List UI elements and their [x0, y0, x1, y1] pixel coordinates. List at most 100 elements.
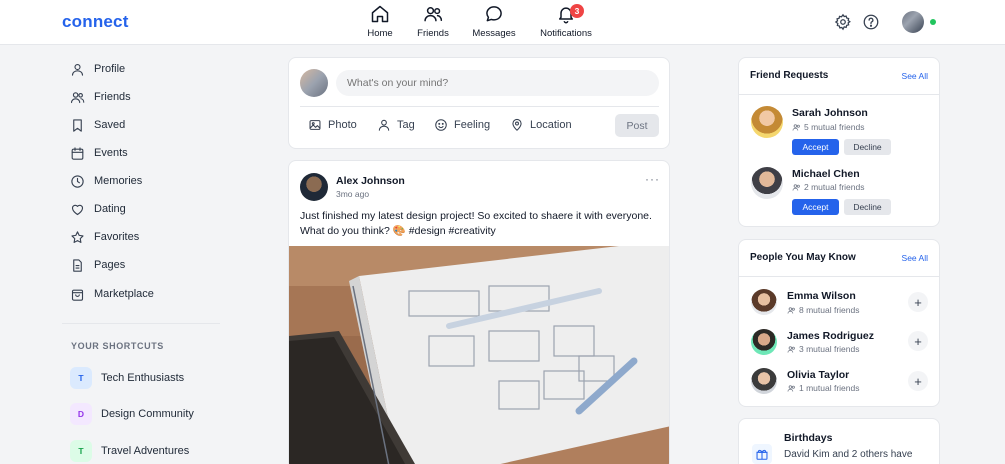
people-you-may-know-title: People You May Know — [750, 252, 856, 263]
friend-requests-title: Friend Requests — [750, 70, 829, 81]
friend-request-name[interactable]: Michael Chen — [792, 168, 860, 180]
post-author-avatar[interactable] — [300, 173, 328, 201]
help-icon[interactable] — [862, 13, 880, 31]
mutual-friends-icon — [787, 345, 795, 353]
composer-tag-button[interactable]: Tag — [377, 118, 415, 132]
nav-messages[interactable]: Messages — [454, 4, 534, 39]
calendar-icon — [71, 146, 84, 160]
friend-request-avatar[interactable] — [751, 167, 783, 199]
bookmark-icon — [73, 118, 82, 132]
composer-photo-button[interactable]: Photo — [308, 118, 357, 132]
sidebar-item-memories[interactable]: Memories — [70, 171, 142, 191]
image-icon — [309, 120, 321, 130]
decline-button[interactable]: Decline — [844, 139, 891, 155]
composer-input[interactable] — [336, 70, 659, 96]
messages-icon — [486, 6, 502, 22]
sidebar-item-profile[interactable]: Profile — [70, 59, 125, 79]
map-pin-icon — [512, 118, 522, 131]
post-button[interactable]: Post — [615, 114, 659, 137]
sidebar-item-dating[interactable]: Dating — [70, 199, 126, 219]
mutual-friends-icon — [792, 123, 800, 131]
shortcut-label: Design Community — [101, 408, 194, 420]
post-image[interactable] — [289, 246, 670, 464]
suggestion-avatar[interactable] — [751, 329, 777, 355]
birthdays-card: Birthdays David Kim and 2 others have — [738, 418, 940, 464]
composer-location-label: Location — [530, 119, 572, 131]
add-friend-button[interactable]: + — [908, 331, 928, 351]
accept-button[interactable]: Accept — [792, 199, 839, 215]
home-icon — [371, 5, 389, 23]
settings-gear-icon[interactable] — [834, 13, 852, 31]
friend-request-avatar[interactable] — [751, 106, 783, 138]
suggestion-mutual-label: 1 mutual friends — [799, 383, 860, 393]
composer-tag-label: Tag — [397, 119, 415, 131]
top-bar: connect Home Friends Messages Notificati… — [0, 0, 1005, 45]
friend-request-mutual-label: 5 mutual friends — [804, 122, 865, 132]
shortcuts-heading: YOUR SHORTCUTS — [71, 341, 164, 351]
composer-photo-label: Photo — [328, 119, 357, 131]
sidebar-item-pages[interactable]: Pages — [70, 255, 125, 275]
composer-avatar — [300, 69, 328, 97]
friend-requests-card: Friend Requests See All Sarah Johnson 5 … — [738, 57, 940, 227]
shopping-bag-icon — [71, 289, 84, 301]
birthdays-text: David Kim and 2 others have — [784, 449, 913, 460]
suggestion-mutual: 8 mutual friends — [787, 305, 859, 315]
gift-icon — [752, 444, 772, 464]
nav-notifications[interactable]: Notifications 3 — [526, 4, 606, 39]
post-text: Just finished my latest design project! … — [300, 210, 652, 237]
suggestion-mutual-label: 8 mutual friends — [799, 305, 860, 315]
tag-user-icon — [378, 119, 390, 131]
friend-request-name[interactable]: Sarah Johnson — [792, 107, 868, 119]
post-more-options-icon[interactable]: ··· — [645, 172, 660, 186]
sidebar-item-saved[interactable]: Saved — [70, 115, 125, 135]
shortcut-initial: D — [70, 403, 92, 425]
smile-icon — [435, 119, 447, 131]
mutual-friends-icon — [787, 384, 795, 392]
friend-request-mutual: 5 mutual friends — [792, 122, 864, 132]
composer-location-button[interactable]: Location — [510, 118, 572, 132]
sidebar-item-label: Dating — [94, 203, 126, 215]
sidebar-item-favorites[interactable]: Favorites — [70, 227, 139, 247]
composer-feeling-button[interactable]: Feeling — [434, 118, 490, 132]
nav-notifications-label: Notifications — [540, 28, 592, 39]
accept-button[interactable]: Accept — [792, 139, 839, 155]
friend-request-mutual-label: 2 mutual friends — [804, 182, 865, 192]
suggestion-avatar[interactable] — [751, 289, 777, 315]
add-friend-button[interactable]: + — [908, 292, 928, 312]
composer-feeling-label: Feeling — [454, 119, 491, 131]
friends-icon — [424, 7, 443, 22]
shortcut-initial: T — [70, 367, 92, 389]
friend-requests-see-all-link[interactable]: See All — [902, 71, 928, 81]
sidebar-item-label: Friends — [94, 91, 131, 103]
users-icon — [71, 91, 85, 103]
suggestion-mutual: 3 mutual friends — [787, 344, 859, 354]
add-friend-button[interactable]: + — [908, 371, 928, 391]
suggestion-avatar[interactable] — [751, 368, 777, 394]
suggestion-name[interactable]: Emma Wilson — [787, 290, 856, 302]
sidebar-item-marketplace[interactable]: Marketplace — [70, 284, 154, 304]
card-divider — [739, 94, 939, 95]
nav-friends-label: Friends — [417, 28, 449, 39]
shortcut-travel-adventures[interactable]: T Travel Adventures — [70, 440, 189, 462]
people-you-may-know-see-all-link[interactable]: See All — [902, 253, 928, 263]
suggestion-name[interactable]: James Rodriguez — [787, 330, 874, 342]
online-status-dot — [930, 19, 936, 25]
user-avatar[interactable] — [902, 11, 924, 33]
suggestion-name[interactable]: Olivia Taylor — [787, 369, 849, 381]
shortcut-tech-enthusiasts[interactable]: T Tech Enthusiasts — [70, 367, 184, 389]
friend-request-mutual: 2 mutual friends — [792, 182, 864, 192]
shortcut-label: Tech Enthusiasts — [101, 372, 185, 384]
sidebar-item-friends[interactable]: Friends — [70, 87, 131, 107]
app-logo[interactable]: connect — [62, 12, 129, 32]
notification-badge: 3 — [570, 4, 584, 18]
sidebar-item-label: Events — [94, 147, 128, 159]
star-icon — [71, 230, 84, 243]
sidebar-item-events[interactable]: Events — [70, 143, 128, 163]
clock-icon — [71, 174, 84, 188]
sidebar-item-label: Profile — [94, 63, 126, 75]
mutual-friends-icon — [792, 183, 800, 191]
shortcut-design-community[interactable]: D Design Community — [70, 403, 194, 425]
sidebar-item-label: Pages — [94, 259, 126, 271]
decline-button[interactable]: Decline — [844, 199, 891, 215]
post-author-name[interactable]: Alex Johnson — [336, 175, 405, 187]
